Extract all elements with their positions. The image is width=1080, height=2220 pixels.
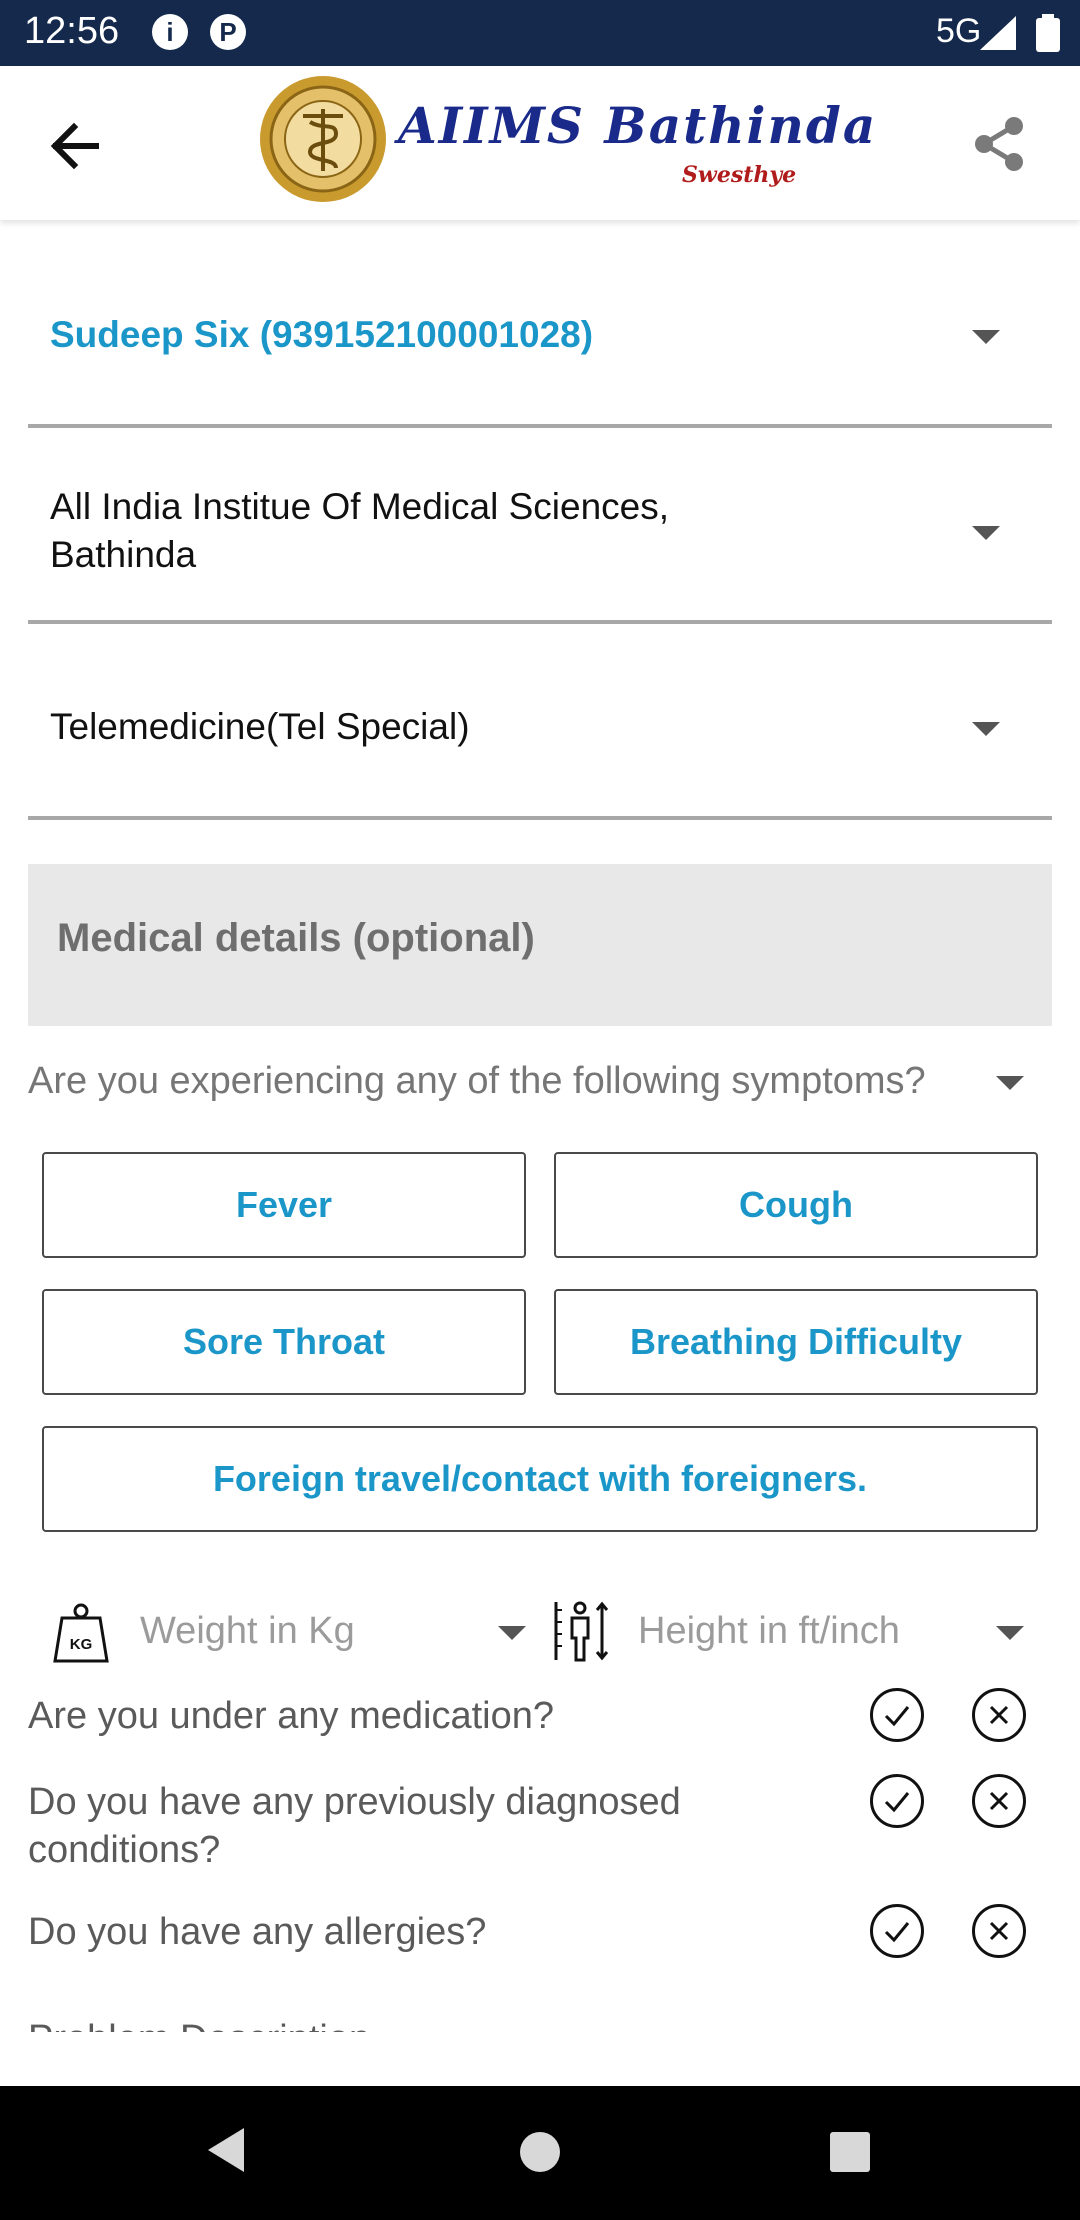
allergies-question: Do you have any allergies? — [28, 1908, 486, 1956]
patient-dropdown[interactable]: Sudeep Six (939152100001028) — [28, 250, 1052, 428]
height-measure-icon — [554, 1601, 609, 1662]
check-icon — [884, 1922, 910, 1943]
symptom-breathing-difficulty-button[interactable]: Breathing Difficulty — [554, 1289, 1038, 1395]
hospital-dropdown[interactable]: All India Institue Of Medical Sciences, … — [28, 428, 1052, 624]
problem-description-label: Problem Description — [28, 2018, 370, 2032]
svg-text:KG: KG — [70, 1636, 93, 1653]
diagnosed-yes-button[interactable] — [870, 1774, 924, 1828]
network-type: 5G — [936, 12, 982, 50]
check-icon — [884, 1706, 910, 1727]
signal-icon — [980, 16, 1016, 50]
weight-kg-icon: KG — [53, 1603, 109, 1663]
medical-details-header: Medical details (optional) — [28, 864, 1052, 1026]
diagnosed-question: Do you have any previously diagnosed con… — [28, 1778, 681, 1874]
medication-question: Are you under any medication? — [28, 1692, 554, 1740]
question-text: Do you have any allergies? — [28, 1911, 487, 1953]
close-icon — [989, 1705, 1009, 1725]
status-time: 12:56 — [24, 10, 120, 52]
symptom-cough-button[interactable]: Cough — [554, 1152, 1038, 1258]
nav-home-icon[interactable] — [518, 2130, 562, 2174]
weight-select[interactable]: Weight in Kg — [140, 1610, 355, 1653]
medication-yes-button[interactable] — [870, 1688, 924, 1742]
system-nav-bar — [0, 2086, 1080, 2220]
hospital-value-line1: All India Institue Of Medical Sciences, — [50, 486, 670, 527]
aiims-emblem-logo — [260, 76, 386, 202]
chevron-down-icon[interactable] — [996, 1626, 1024, 1640]
allergies-no-button[interactable] — [972, 1904, 1026, 1958]
symptoms-question: Are you experiencing any of the followin… — [28, 1060, 926, 1102]
symptom-fever-button[interactable]: Fever — [42, 1152, 526, 1258]
app-title: AIIMS Bathinda — [398, 96, 878, 155]
check-icon — [884, 1792, 910, 1813]
chevron-down-icon[interactable] — [996, 1076, 1024, 1090]
department-dropdown[interactable]: Telemedicine(Tel Special) — [28, 624, 1052, 820]
height-select[interactable]: Height in ft/inch — [638, 1610, 900, 1653]
app-badge-icon: P — [210, 14, 246, 50]
chevron-down-icon — [972, 722, 1000, 736]
question-text: conditions? — [28, 1829, 221, 1871]
question-text: Do you have any previously diagnosed — [28, 1781, 681, 1823]
nav-recents-icon[interactable] — [828, 2130, 872, 2174]
allergies-yes-button[interactable] — [870, 1904, 924, 1958]
chevron-down-icon — [972, 330, 1000, 344]
medication-no-button[interactable] — [972, 1688, 1026, 1742]
chevron-down-icon — [972, 526, 1000, 540]
diagnosed-no-button[interactable] — [972, 1774, 1026, 1828]
close-icon — [989, 1921, 1009, 1941]
app-subtitle: Swesthye — [682, 162, 797, 188]
info-icon: i — [152, 14, 188, 50]
share-icon[interactable] — [968, 112, 1032, 176]
department-value: Telemedicine(Tel Special) — [50, 706, 470, 747]
battery-icon — [1036, 14, 1060, 52]
question-text: Are you under any medication? — [28, 1695, 554, 1737]
cut-off-row: Problem Description — [0, 2018, 1080, 2032]
arrow-left-icon[interactable] — [40, 110, 112, 182]
close-icon — [989, 1791, 1009, 1811]
section-title: Medical details (optional) — [57, 916, 535, 960]
symptom-sore-throat-button[interactable]: Sore Throat — [42, 1289, 526, 1395]
chevron-down-icon[interactable] — [498, 1626, 526, 1640]
status-bar: 12:56 i P 5G — [0, 0, 1080, 66]
app-bar: AIIMS Bathinda Swesthye — [0, 66, 1080, 220]
symptom-foreign-travel-button[interactable]: Foreign travel/contact with foreigners. — [42, 1426, 1038, 1532]
hospital-value-line2: Bathinda — [50, 534, 197, 575]
patient-value: Sudeep Six (939152100001028) — [50, 314, 594, 355]
nav-back-icon[interactable] — [204, 2126, 248, 2174]
